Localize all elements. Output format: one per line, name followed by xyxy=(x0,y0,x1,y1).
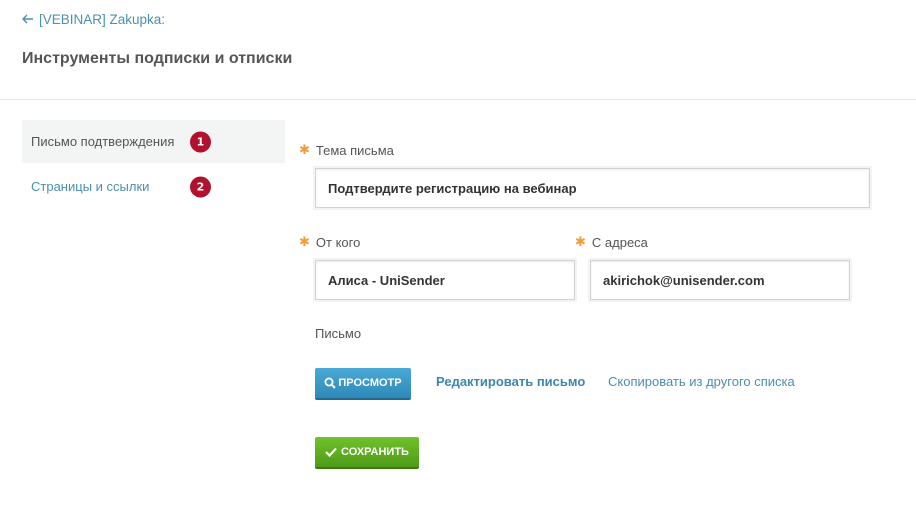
from-email-label: ✱ С адреса xyxy=(575,234,648,250)
save-button-label: СОХРАНИТЬ xyxy=(341,446,409,458)
page-title: Инструменты подписки и отписки xyxy=(22,50,293,67)
from-name-label: ✱ От кого xyxy=(299,234,360,250)
subject-label-text: Тема письма xyxy=(315,142,394,158)
asterisk-icon: ✱ xyxy=(299,142,310,157)
check-icon xyxy=(325,447,337,457)
sidebar-item-pages-and-links[interactable]: Страницы и ссылки 2 xyxy=(22,165,285,208)
preview-button[interactable]: ПРОСМОТР xyxy=(315,368,411,398)
header-divider xyxy=(0,99,916,100)
asterisk-icon: ✱ xyxy=(299,234,310,249)
from-name-input[interactable] xyxy=(315,260,575,300)
subject-label: ✱ Тема письма xyxy=(299,142,394,158)
arrow-left-icon xyxy=(22,12,34,27)
letter-label: Письмо xyxy=(315,326,362,341)
back-link[interactable]: [VEBINAR] Zakupka: xyxy=(22,12,165,27)
back-link-label: [VEBINAR] Zakupka: xyxy=(39,12,166,27)
asterisk-icon: ✱ xyxy=(575,234,586,249)
sidebar-item-label: Страницы и ссылки xyxy=(31,179,150,194)
sidebar-item-label: Письмо подтверждения xyxy=(31,134,175,149)
from-name-label-text: От кого xyxy=(315,234,361,250)
save-button[interactable]: СОХРАНИТЬ xyxy=(315,437,419,467)
edit-letter-link[interactable]: Редактировать письмо xyxy=(436,374,585,389)
sidebar-item-confirmation-letter[interactable]: Письмо подтверждения 1 xyxy=(22,120,285,163)
step-badge: 1 xyxy=(190,131,211,152)
step-badge: 2 xyxy=(190,176,211,197)
magnifier-icon xyxy=(324,377,337,389)
from-email-input[interactable] xyxy=(590,260,850,300)
from-email-label-text: С адреса xyxy=(591,234,648,250)
preview-button-label: ПРОСМОТР xyxy=(338,377,402,389)
copy-from-list-link[interactable]: Скопировать из другого списка xyxy=(608,374,795,389)
subject-input[interactable] xyxy=(315,168,870,208)
